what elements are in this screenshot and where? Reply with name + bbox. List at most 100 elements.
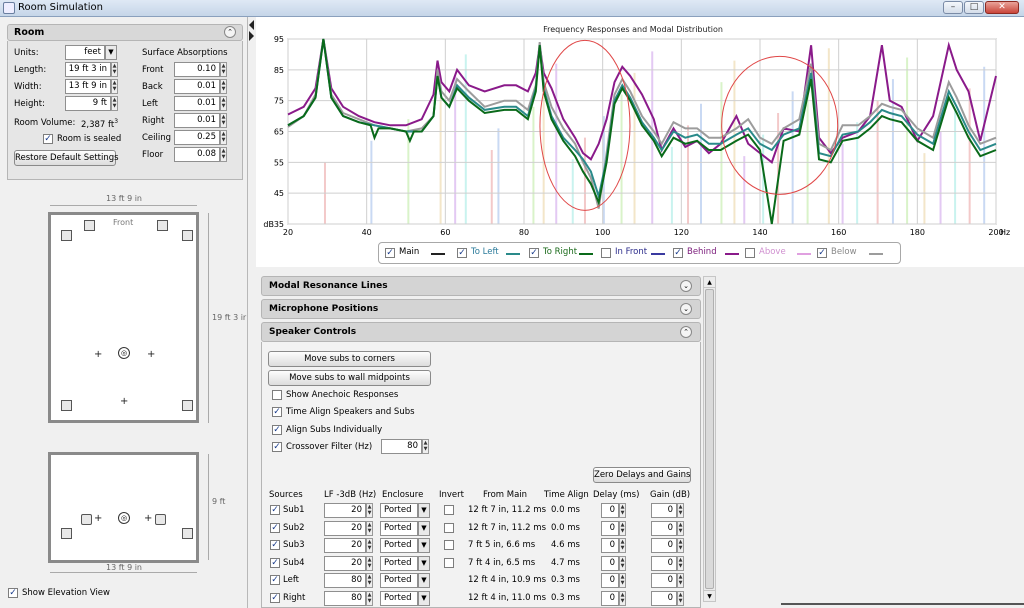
delay-spinner[interactable]: ▲ ▼ [619,538,626,554]
scroll-down-icon[interactable]: ▼ [704,590,715,601]
height-spinner[interactable]: ▲ ▼ [111,96,118,111]
height-field[interactable]: 9 ft [65,96,111,111]
mic-position-icon[interactable]: + [120,397,128,407]
sub-icon[interactable] [155,514,166,525]
legend-checkbox-above[interactable] [745,248,755,258]
invert-checkbox[interactable] [444,505,454,515]
lf-field[interactable]: 20 [324,555,366,571]
enclosure-select[interactable]: Ported [380,573,418,589]
invert-checkbox[interactable] [444,522,454,533]
gain-field[interactable]: 0 [651,573,677,589]
room-elevation-view[interactable]: + + ◎ [48,452,199,563]
absorb-ceiling-spinner[interactable]: ▲ ▼ [220,130,227,145]
room-sealed-checkbox[interactable]: ✓ [43,134,53,144]
speaker-icon[interactable] [61,400,72,411]
gain-field[interactable]: 0 [651,555,677,571]
units-select[interactable]: feet [65,45,105,60]
close-button[interactable]: ✕ [985,1,1019,14]
delay-field[interactable]: 0 [601,591,619,606]
length-spinner[interactable]: ▲ ▼ [111,62,118,77]
chevron-down-icon[interactable]: ▼ [105,45,117,60]
invert-checkbox[interactable] [444,540,454,551]
speaker-icon[interactable] [61,230,72,241]
move-subs-midpoints-button[interactable]: Move subs to wall midpoints [268,370,431,386]
delay-spinner[interactable]: ▲ ▼ [619,573,626,589]
lf-spinner[interactable]: ▲ ▼ [366,520,373,536]
expand-right-icon[interactable] [249,31,254,41]
collapse-up-icon[interactable]: ⌃ [224,26,236,38]
legend-checkbox-to-right[interactable]: ✓ [529,248,539,258]
scroll-up-icon[interactable]: ▲ [704,277,715,288]
invert-checkbox[interactable] [444,557,454,568]
delay-field[interactable]: 0 [601,503,619,518]
chevron-down-icon[interactable]: ▼ [418,538,430,554]
gain-spinner[interactable]: ▲ ▼ [677,503,684,518]
delay-field[interactable]: 0 [601,555,619,571]
absorb-ceiling-field[interactable]: 0.25 [174,130,220,145]
legend-checkbox-behind[interactable]: ✓ [673,248,683,258]
mic-position-icon[interactable]: + [94,514,102,524]
frequency-response-chart[interactable]: 20 40 60 80 100 120 140 160 180 20035455565758595… [256,35,1024,263]
mic-position-icon[interactable]: + [144,514,152,524]
gain-field[interactable]: 0 [651,538,677,554]
legend-checkbox-main[interactable]: ✓ [385,248,395,258]
restore-default-button[interactable]: Restore Default Settings [14,150,119,166]
crossover-checkbox[interactable]: ✓ [272,442,282,452]
scroll-thumb[interactable] [705,289,714,589]
delay-field[interactable]: 0 [601,538,619,554]
gain-spinner[interactable]: ▲ ▼ [677,591,684,606]
source-checkbox[interactable]: ✓ [270,522,280,533]
anechoic-checkbox[interactable] [272,390,282,400]
mic-position-icon[interactable]: + [94,350,102,360]
lf-field[interactable]: 20 [324,503,366,518]
listener-icon[interactable]: ◎ [118,347,130,359]
lf-spinner[interactable]: ▲ ▼ [366,573,373,589]
zero-delays-gains-button[interactable]: Zero Delays and Gains [593,467,691,483]
crossover-field[interactable]: 80 [381,439,422,454]
source-checkbox[interactable]: ✓ [270,575,280,586]
delay-spinner[interactable]: ▲ ▼ [619,591,626,606]
absorb-left-spinner[interactable]: ▲ ▼ [220,96,227,111]
length-field[interactable]: 19 ft 3 in [65,62,111,77]
enclosure-select[interactable]: Ported [380,538,418,554]
expand-down-icon[interactable]: ⌄ [680,280,692,292]
speaker-icon[interactable] [182,528,193,539]
collapse-up-icon[interactable]: ⌃ [680,326,692,338]
gain-spinner[interactable]: ▲ ▼ [677,573,684,589]
enclosure-select[interactable]: Ported [380,555,418,571]
mic-position-icon[interactable]: + [147,350,155,360]
absorb-left-field[interactable]: 0.01 [174,96,220,111]
absorb-back-spinner[interactable]: ▲ ▼ [220,79,227,94]
absorb-right-field[interactable]: 0.01 [174,113,220,128]
expand-down-icon[interactable]: ⌄ [680,303,692,315]
gain-field[interactable]: 0 [651,520,677,536]
speaker-scrollbar[interactable]: ▲ ▼ [703,276,716,602]
delay-spinner[interactable]: ▲ ▼ [619,520,626,536]
legend-checkbox-to-left[interactable]: ✓ [457,248,467,258]
absorb-back-field[interactable]: 0.01 [174,79,220,94]
gain-spinner[interactable]: ▲ ▼ [677,555,684,571]
crossover-spinner[interactable]: ▲ ▼ [422,439,429,454]
enclosure-select[interactable]: Ported [380,503,418,518]
speaker-icon[interactable] [182,400,193,411]
move-subs-corners-button[interactable]: Move subs to corners [268,351,431,367]
speaker-icon[interactable] [61,528,72,539]
lf-spinner[interactable]: ▲ ▼ [366,555,373,571]
chevron-down-icon[interactable]: ▼ [418,520,430,536]
chevron-down-icon[interactable]: ▼ [418,555,430,571]
absorb-floor-field[interactable]: 0.08 [174,147,220,162]
time-align-checkbox[interactable]: ✓ [272,407,282,417]
absorb-floor-spinner[interactable]: ▲ ▼ [220,147,227,162]
lf-spinner[interactable]: ▲ ▼ [366,591,373,606]
gain-field[interactable]: 0 [651,503,677,518]
width-field[interactable]: 13 ft 9 in [65,79,111,94]
speaker-icon[interactable] [84,220,95,231]
chevron-down-icon[interactable]: ▼ [418,503,430,518]
speaker-controls-section[interactable]: Speaker Controls ⌃ [261,322,701,342]
modal-resonance-section[interactable]: Modal Resonance Lines ⌄ [261,276,701,296]
minimize-button[interactable]: – [943,1,963,14]
source-checkbox[interactable]: ✓ [270,593,280,603]
source-checkbox[interactable]: ✓ [270,557,280,568]
sub-icon[interactable] [81,514,92,525]
room-section-header[interactable]: Room ⌃ [7,24,243,41]
